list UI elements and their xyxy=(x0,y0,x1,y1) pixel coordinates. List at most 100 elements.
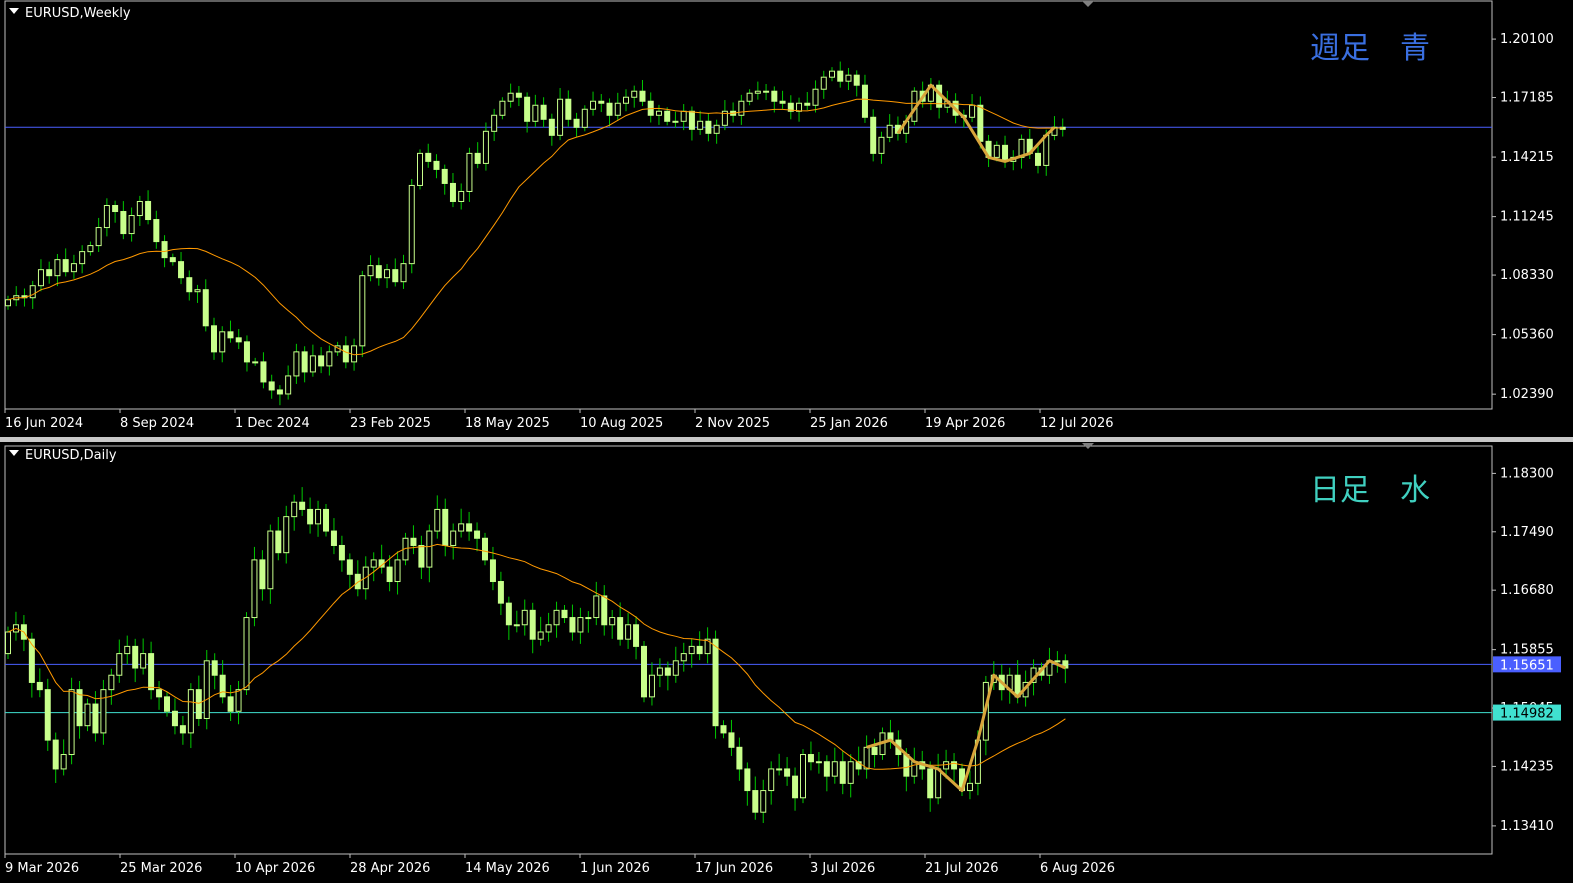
bear-candle-body xyxy=(164,696,170,712)
candle xyxy=(13,286,20,307)
candle xyxy=(128,207,135,242)
candle xyxy=(606,98,613,127)
candle xyxy=(505,596,512,640)
x-tick-label: 18 May 2025 xyxy=(465,416,550,431)
bear-candle-body xyxy=(573,118,580,128)
candle xyxy=(951,753,958,782)
candle xyxy=(219,326,226,363)
bear-candle-body xyxy=(977,104,984,142)
candle xyxy=(515,86,522,107)
bear-candle-body xyxy=(275,530,282,554)
candle xyxy=(46,261,53,284)
bull-candle-body xyxy=(285,375,292,395)
candle xyxy=(754,81,761,100)
candle xyxy=(792,767,799,811)
bull-candle-body xyxy=(609,617,616,626)
bull-candle-body xyxy=(367,265,374,277)
plot-frame xyxy=(4,445,1493,855)
bull-candle-body xyxy=(128,215,135,235)
candle xyxy=(776,753,783,776)
bull-candle-body xyxy=(829,70,835,78)
candle xyxy=(1018,134,1025,169)
bull-candle-body xyxy=(68,689,75,756)
price-tag-label: 1.14982 xyxy=(1500,707,1554,722)
bear-candle-body xyxy=(62,259,69,273)
bear-candle-body xyxy=(839,761,846,784)
candle xyxy=(721,100,728,131)
candle xyxy=(529,602,536,654)
weekly-chart[interactable]: 1.20100 1.17185 1.14215 1.11245 1.08330 1.053… xyxy=(0,0,1573,437)
bear-candle-body xyxy=(540,104,547,120)
bull-candle-body xyxy=(136,200,143,217)
bull-candle-body xyxy=(194,289,201,293)
bear-candle-body xyxy=(276,389,283,395)
bull-candle-body xyxy=(812,88,819,106)
candle xyxy=(540,97,547,128)
bear-candle-body xyxy=(927,768,934,799)
bear-candle-body xyxy=(386,566,393,583)
bear-candle-body xyxy=(861,84,868,118)
bear-candle-body xyxy=(243,341,250,363)
candle xyxy=(195,675,202,727)
bull-candle-body xyxy=(697,120,704,130)
bull-candle-body xyxy=(768,768,775,792)
x-tick-label: 21 Jul 2026 xyxy=(925,861,999,876)
daily-chart[interactable]: 1.183001.174901.166801.158551.150451.142… xyxy=(0,442,1573,883)
bull-candle-body xyxy=(95,227,102,247)
bull-candle-body xyxy=(878,136,885,154)
bear-candle-body xyxy=(482,537,488,561)
bull-candle-body xyxy=(863,746,870,770)
candle xyxy=(62,248,69,277)
bull-candle-body xyxy=(54,259,61,277)
bear-candle-body xyxy=(433,160,440,170)
bear-candle-body xyxy=(474,152,481,164)
candle xyxy=(655,104,662,125)
bull-candle-body xyxy=(688,645,695,655)
candle xyxy=(1006,667,1013,704)
candle xyxy=(148,641,155,700)
bull-candle-body xyxy=(746,92,753,102)
bear-candle-body xyxy=(705,120,712,134)
candle xyxy=(474,522,481,552)
bear-candle-body xyxy=(375,265,382,279)
candle xyxy=(346,553,353,590)
candle xyxy=(20,615,27,652)
candle xyxy=(1054,651,1061,673)
candle xyxy=(617,602,624,646)
candle xyxy=(112,200,119,223)
bull-candle-body xyxy=(100,689,107,734)
candle xyxy=(315,500,322,537)
bull-candle-body xyxy=(585,617,592,620)
candle xyxy=(132,638,139,683)
candle xyxy=(307,497,314,534)
bull-candle-body xyxy=(672,660,679,676)
candle xyxy=(36,668,43,698)
bull-candle-body xyxy=(655,110,662,116)
bull-candle-body xyxy=(969,104,976,118)
moving-average-line xyxy=(7,543,1066,770)
candle xyxy=(171,698,178,735)
bull-candle-body xyxy=(187,689,194,734)
y-tick-label: 1.20100 xyxy=(1500,32,1554,47)
bear-candle-body xyxy=(44,689,51,741)
bull-candle-body xyxy=(800,754,806,799)
bear-candle-body xyxy=(318,355,325,367)
bull-candle-body xyxy=(108,674,115,691)
bull-candle-body xyxy=(417,152,423,186)
candle xyxy=(720,720,727,739)
bear-candle-body xyxy=(441,168,448,184)
zigzag-line xyxy=(896,83,1056,163)
bull-candle-body xyxy=(458,523,465,532)
candle xyxy=(623,89,629,112)
candle xyxy=(458,183,465,210)
candle xyxy=(513,610,520,633)
candle xyxy=(746,89,753,106)
candle xyxy=(103,198,110,237)
candle xyxy=(779,90,786,109)
candle xyxy=(491,108,498,141)
bull-candle-body xyxy=(219,331,226,353)
bull-candle-body xyxy=(631,90,638,98)
candle xyxy=(276,385,283,406)
bear-candle-body xyxy=(36,681,43,691)
bull-candle-body xyxy=(491,114,498,132)
